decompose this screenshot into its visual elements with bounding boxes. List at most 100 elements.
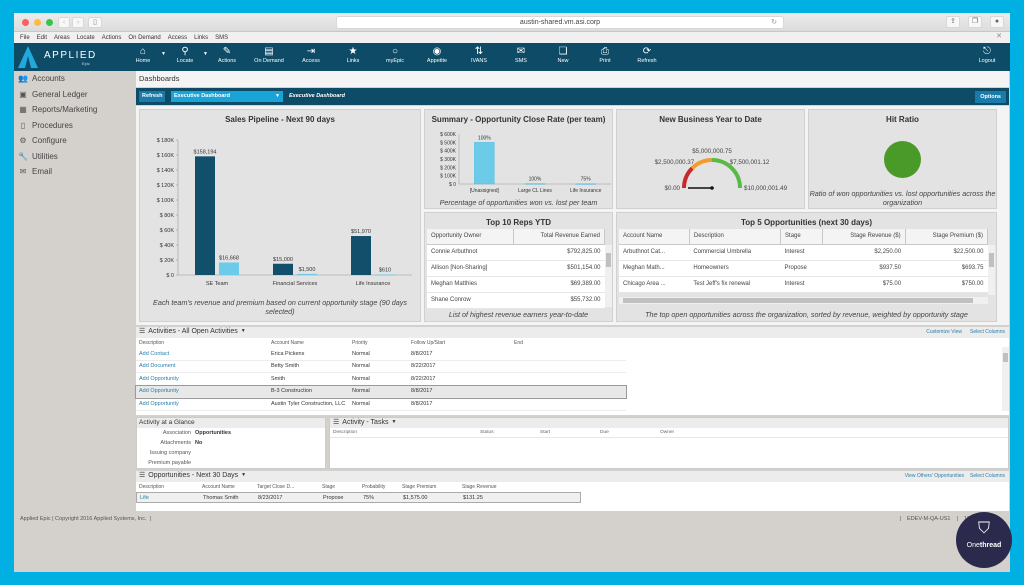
rep-name-link[interactable]: Connie Arbuthnot xyxy=(427,244,514,261)
reload-icon[interactable]: ↻ xyxy=(771,17,777,28)
column-header[interactable]: Account Name xyxy=(271,340,352,346)
activities-scrollbar[interactable] xyxy=(1002,347,1009,411)
view-others-opportunities-link[interactable]: View Others' Opportunities xyxy=(905,473,964,479)
menu-sms[interactable]: SMS xyxy=(215,35,228,41)
top-reps-scrollbar[interactable] xyxy=(605,245,612,307)
column-header[interactable]: Follow Up/Start xyxy=(411,340,514,346)
column-header[interactable]: Stage Premium ($) xyxy=(905,229,989,245)
column-header[interactable]: Stage xyxy=(780,229,824,245)
column-header[interactable]: Due xyxy=(600,430,660,435)
column-header[interactable]: Stage Premium xyxy=(402,484,462,490)
column-header[interactable]: Status xyxy=(480,430,540,435)
toolbar-myepic-button[interactable]: ○ myEpic xyxy=(374,43,416,71)
refresh-button[interactable]: Refresh xyxy=(139,91,166,102)
column-header[interactable]: Probability xyxy=(362,484,402,490)
activity-row[interactable]: Add Opportunity Smith Normal 8/22/2017 xyxy=(136,373,626,386)
table-row[interactable]: Meghan Math... Homeowners Propose $937.50 $6… xyxy=(619,260,988,277)
description-link[interactable]: Homeowners xyxy=(689,260,781,277)
back-icon[interactable]: ‹ xyxy=(58,17,70,28)
customize-view-link[interactable]: Customize View xyxy=(926,329,962,335)
menu-actions[interactable]: Actions xyxy=(102,35,122,41)
select-columns-link[interactable]: Select Columns xyxy=(970,329,1005,335)
description-link[interactable]: Add Opportunity xyxy=(136,376,271,382)
menu-file[interactable]: File xyxy=(20,35,30,41)
sidebar-item-email[interactable]: ✉ Email xyxy=(14,164,134,180)
activity-row[interactable]: Add Opportunity Austin Tyler Construction… xyxy=(136,398,626,411)
menu-links[interactable]: Links xyxy=(194,35,208,41)
description-link[interactable]: Add Document xyxy=(136,363,271,369)
toolbar-new-button[interactable]: ❏ New xyxy=(542,43,584,71)
chevron-down-icon[interactable]: ▼ xyxy=(241,328,246,334)
table-row[interactable]: Arbuthnot Cat... Commercial Umbrella Inter… xyxy=(619,244,988,261)
toolbar-access-button[interactable]: ⇥ Access xyxy=(290,43,332,71)
menu-access[interactable]: Access xyxy=(168,35,187,41)
toolbar-sms-button[interactable]: ✉ SMS xyxy=(500,43,542,71)
sidebar-item-utilities[interactable]: 🔧 Utilities xyxy=(14,149,134,165)
activity-row[interactable]: Add Document Betty Smith Normal 8/22/2017 xyxy=(136,361,626,373)
description-link[interactable]: Add Opportunity xyxy=(136,401,271,407)
url-bar[interactable]: austin-shared.vm.asi.corp ↻ xyxy=(336,16,784,29)
activities-title[interactable]: Activities - All Open Activities xyxy=(148,328,237,335)
menu-on-demand[interactable]: On Demand xyxy=(128,35,160,41)
toolbar-appetite-button[interactable]: ◉ Appetite xyxy=(416,43,458,71)
column-header[interactable]: End xyxy=(514,340,614,346)
column-header[interactable]: Opportunity Owner xyxy=(427,229,514,245)
maximize-window-button[interactable] xyxy=(46,19,53,26)
rep-name-link[interactable]: Meghan Matthies xyxy=(427,276,514,293)
opportunities-title[interactable]: Opportunities - Next 30 Days xyxy=(148,472,238,479)
toolbar-on-demand-button[interactable]: ▤ On Demand xyxy=(248,43,290,71)
column-header[interactable]: Stage Revenue xyxy=(462,484,522,490)
description-link[interactable]: Life xyxy=(137,495,203,501)
column-header[interactable]: Stage Revenue ($) xyxy=(822,229,906,245)
activity-row[interactable]: Add Contact Erica Pickens Normal 8/8/2017 xyxy=(136,348,626,361)
description-link[interactable]: Add Contact xyxy=(136,351,271,357)
toolbar-print-button[interactable]: ⎙ Print xyxy=(584,43,626,71)
info-icon[interactable]: ● xyxy=(990,16,1004,28)
activity-row[interactable]: Add Opportunity B-3 Construction Normal 8/8… xyxy=(135,384,627,399)
column-header[interactable]: Description xyxy=(330,430,480,435)
toolbar-home-button[interactable]: ⌂ Home ▼ xyxy=(122,43,166,71)
select-columns-link[interactable]: Select Columns xyxy=(970,473,1005,479)
sidebar-item-general-ledger[interactable]: ▣ General Ledger xyxy=(14,87,134,103)
toolbar-locate-button[interactable]: ⚲ Locate ▼ xyxy=(164,43,208,71)
close-window-button[interactable] xyxy=(22,19,29,26)
chevron-down-icon[interactable]: ▼ xyxy=(241,472,246,478)
table-row[interactable]: Meghan Matthies $69,389.00 xyxy=(427,276,605,293)
sidebar-item-configure[interactable]: ⚙ Configure xyxy=(14,133,134,149)
column-header[interactable]: Total Revenue Earned xyxy=(513,229,606,245)
forward-icon[interactable]: › xyxy=(72,17,84,28)
column-header[interactable]: Priority xyxy=(352,340,411,346)
minimize-window-button[interactable] xyxy=(34,19,41,26)
share-icon[interactable]: ⇪ xyxy=(946,16,960,28)
close-icon[interactable]: ✕ xyxy=(996,32,1002,40)
table-row[interactable]: Shane Conrow $55,732.00 xyxy=(427,292,605,309)
column-header[interactable]: Description xyxy=(689,229,782,245)
chevron-down-icon[interactable]: ▼ xyxy=(391,419,396,425)
description-link[interactable]: Add Opportunity xyxy=(136,388,271,394)
table-row[interactable]: Allison [Non-Sharing] $501,154.00 xyxy=(427,260,605,277)
tasks-title[interactable]: Activity - Tasks xyxy=(342,419,388,426)
tabs-icon[interactable]: ❐ xyxy=(968,16,982,28)
options-button[interactable]: Options xyxy=(975,91,1006,103)
table-row[interactable]: Chicago Area ... Test Jeff's fix renewal I… xyxy=(619,276,988,293)
toolbar-ivans-button[interactable]: ⇅ IVANS xyxy=(458,43,500,71)
column-header[interactable]: Owner xyxy=(660,430,720,435)
column-header[interactable]: Account Name xyxy=(202,484,257,490)
toolbar-links-button[interactable]: ★ Links xyxy=(332,43,374,71)
sidebar-toggle-icon[interactable]: ▯ xyxy=(88,17,102,28)
column-header[interactable]: Stage xyxy=(322,484,362,490)
column-header[interactable]: Description xyxy=(136,340,271,346)
menu-locate[interactable]: Locate xyxy=(77,35,95,41)
sidebar-item-accounts[interactable]: 👥 Accounts xyxy=(14,71,134,87)
sidebar-item-reports-marketing[interactable]: ▦ Reports/Marketing xyxy=(14,102,134,118)
column-header[interactable]: Start xyxy=(540,430,600,435)
sidebar-item-procedures[interactable]: ▯ Procedures xyxy=(14,118,134,134)
description-link[interactable]: Test Jeff's fix renewal xyxy=(689,276,781,293)
toolbar-actions-button[interactable]: ✎ Actions xyxy=(206,43,248,71)
dashboard-select[interactable]: Executive Dashboard ▼ xyxy=(171,91,283,102)
opportunity-row[interactable]: Life Thomas Smith 8/23/2017 Propose 75% $1,57… xyxy=(136,492,581,503)
menu-areas[interactable]: Areas xyxy=(54,35,70,41)
column-header[interactable]: Target Close D... xyxy=(257,484,322,490)
description-link[interactable]: Commercial Umbrella xyxy=(689,244,781,261)
toolbar-refresh-button[interactable]: ⟳ Refresh xyxy=(626,43,668,71)
